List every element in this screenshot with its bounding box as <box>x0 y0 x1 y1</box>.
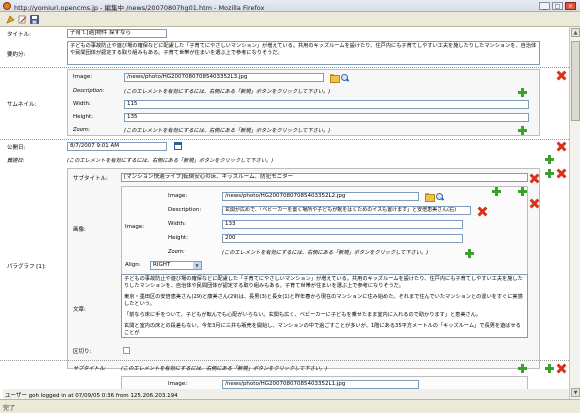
para-subtitle-label: サブタイトル: <box>73 176 108 182</box>
maximize-button[interactable]: □ <box>552 2 563 10</box>
sub2-note: (このエレメントを有効にするには、右側にある「新規」ボタンをクリックして下さい。… <box>121 366 328 372</box>
preview-icon[interactable] <box>341 74 349 82</box>
para-img-width-label: Width: <box>168 221 186 227</box>
delete-paragraph-button[interactable] <box>557 169 566 178</box>
scrollbar-thumb[interactable] <box>571 41 580 121</box>
thumb-image-label: Image: <box>73 74 93 80</box>
add-image-button[interactable] <box>492 187 501 196</box>
para-img-outer-label: Image: <box>125 224 145 230</box>
paragraph-label: パラグラフ [1]: <box>7 264 46 270</box>
window-title: http://yomiuri.opencms.jp - 編集中 /news/20… <box>14 4 265 12</box>
add-paragraph-button[interactable] <box>545 169 554 178</box>
thumbnail-label: サムネイル: <box>7 102 37 108</box>
title-label: タイトル: <box>7 32 31 38</box>
folder-icon[interactable] <box>425 193 435 202</box>
para-img-desc-label: Description: <box>168 207 202 213</box>
thumb-width-label: Width: <box>73 101 91 107</box>
para-image-label: 画像: <box>73 227 86 233</box>
pubdate-label: 公開日: <box>7 145 26 151</box>
delete-desc-button[interactable] <box>478 207 487 216</box>
calendar-icon[interactable] <box>174 142 182 150</box>
editor-content: タイトル: 子育て[適]物件 探すなら 要約分: 子どもの事故防止や遊び場の確保… <box>0 27 569 399</box>
chevron-down-icon: ▼ <box>193 262 201 269</box>
body-textarea[interactable]: 子どもの事故防止や遊び場の確保などに配慮した「子育てにやさしいマンション」が増え… <box>121 274 528 338</box>
para-img-height-input[interactable]: 200 <box>222 234 463 243</box>
title-input[interactable]: 子育て[適]物件 探すなら <box>67 29 167 38</box>
window-titlebar: http://yomiuri.opencms.jp - 編集中 /news/20… <box>0 0 580 12</box>
para-img-width-input[interactable]: 133 <box>222 220 463 229</box>
body-label: 文章: <box>73 307 86 313</box>
para-img-image-label: Image: <box>168 193 188 199</box>
img2-label: Image: <box>168 381 188 387</box>
add-image-group-button[interactable] <box>518 187 527 196</box>
scroll-up-icon[interactable]: ▲ <box>571 28 580 37</box>
thumb-image-input[interactable]: /news/photo/HG20070807085403352L3.jpg <box>124 73 324 82</box>
kugiri-label: 区切り: <box>73 349 92 355</box>
delete-pubdate-button[interactable] <box>557 142 566 151</box>
title2-note: (このエレメントを有効にするには、右側にある「新規」ボタンをクリックして下さい。… <box>67 158 274 164</box>
thumb-zoom-label: Zoom: <box>73 127 90 133</box>
status-bar: 完了 <box>0 399 580 413</box>
para-img-height-label: Height: <box>168 235 189 241</box>
user-info: ユーザー goh logged in at 07/09/05 0:36 from… <box>3 389 569 399</box>
align-value: RIGHT <box>153 262 171 268</box>
sub2-label: サブタイトル: <box>73 366 106 372</box>
firefox-icon <box>3 2 11 10</box>
add-sub2-button[interactable] <box>518 364 527 373</box>
thumb-width-input[interactable]: 115 <box>124 100 529 109</box>
status-text: 完了 <box>3 405 16 412</box>
thumb-height-input[interactable]: 135 <box>124 113 529 122</box>
body-paragraph: 子どもの事故防止や遊び場の確保などに配慮した「子育てにやさしいマンション」が増え… <box>124 276 523 289</box>
para-img-zoom-label: Zoom: <box>168 249 185 255</box>
delete-paragraph2-button[interactable] <box>557 364 566 373</box>
body-paragraph: 「前なら床に手をついて、子どもが転んでも心配がいらない。玄関も広く、ベビーカーに… <box>124 312 482 318</box>
folder-icon[interactable] <box>330 74 340 83</box>
thumb-height-label: Height: <box>73 114 94 120</box>
minimize-button[interactable]: _ <box>539 2 550 10</box>
add-zoom-button[interactable] <box>465 249 474 258</box>
editor-toolbar <box>0 12 580 27</box>
separator <box>0 360 569 361</box>
add-thumb-desc-button[interactable] <box>518 88 527 97</box>
add-paragraph2-button[interactable] <box>545 364 554 373</box>
pubdate-input[interactable]: 8/7/2007 9:01 AM <box>67 142 167 151</box>
thumb-desc-note: (このエレメントを有効にするには、右側にある「新規」ボタンをクリックして下さい。… <box>124 89 331 95</box>
separator <box>0 67 569 68</box>
delete-image-group-button[interactable] <box>530 199 539 208</box>
align-select[interactable]: RIGHT ▼ <box>150 261 202 270</box>
body-paragraph: 東京・墨田区の安倍恵美さん(29)と康美さん(29)は、長男(3)と長女(1)と… <box>124 294 523 307</box>
scroll-down-icon[interactable]: ▼ <box>571 388 580 397</box>
preview-icon[interactable] <box>436 193 444 201</box>
kugiri-checkbox[interactable] <box>123 347 130 354</box>
para-img-zoom-note: (このエレメントを有効にするには、右側にある「新規」ボタンをクリックして下さい。… <box>222 250 429 256</box>
summary-label: 要約分: <box>7 52 26 58</box>
save-icon[interactable] <box>30 15 39 24</box>
delete-subtitle-button[interactable] <box>530 174 539 183</box>
align-label: Align: <box>125 262 141 268</box>
para-subtitle-input[interactable]: [マンション快適ライフ]転倒安心の床、キッズルーム、防犯モニター <box>121 173 528 182</box>
thumb-desc-label: Description: <box>73 88 105 94</box>
thumb-zoom-note: (このエレメントを有効にするには、右側にある「新規」ボタンをクリックして下さい。… <box>124 128 331 134</box>
para-img-image-input[interactable]: /news/photo/HG20070807085403352L2.jpg <box>222 192 419 201</box>
para-img-desc-input[interactable]: 玄関が広めで、「ベビーカーを置く場所や子どもが靴をはくためのイスも置けます」と安… <box>222 206 471 215</box>
delete-thumbnail-button[interactable] <box>557 71 566 80</box>
title2-label: 難題日: <box>7 158 25 164</box>
separator <box>0 139 569 140</box>
img2-input[interactable]: /news/photo/HG20070807085403352L1.jpg <box>222 380 419 389</box>
add-title2-button[interactable] <box>545 155 554 164</box>
add-thumb-zoom-button[interactable] <box>518 126 527 135</box>
body-paragraph: 玄関と室内の床との段差もない。今年3月に三井も販売を開始し、マンションの中で過ご… <box>124 323 521 336</box>
exit-icon[interactable] <box>6 15 15 24</box>
vertical-scrollbar[interactable]: ▲ ▼ <box>569 27 580 399</box>
close-window-button[interactable]: × <box>565 2 576 10</box>
summary-textarea[interactable]: 子どもの事故防止や遊び場の確保などに配慮した「子育てにやさしいマンション」が増え… <box>67 41 540 65</box>
edit-icon[interactable] <box>18 15 27 24</box>
